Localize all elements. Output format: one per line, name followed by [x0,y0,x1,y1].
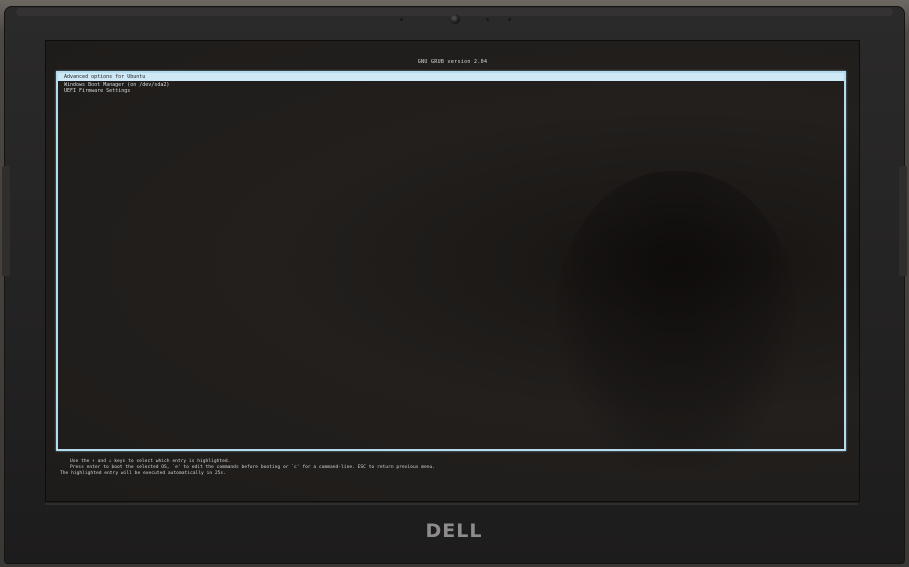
sensor-dot-far-right [508,18,511,21]
bezel-right-edge [899,166,907,276]
boot-help-text: Use the ↑ and ↓ keys to select which ent… [60,459,840,477]
help-timeout-text: The highlighted entry will be executed a… [60,471,226,476]
sensor-dot-right [486,18,489,21]
display-screen: GNU GRUB version 2.04 Advanced options f… [45,40,860,502]
boot-menu-list: Advanced options for Ubuntu Windows Boot… [58,73,844,94]
grub-title: GNU GRUB version 2.04 [417,59,488,65]
dell-logo: DELL [425,520,483,542]
boot-menu: Advanced options for Ubuntu Windows Boot… [56,71,846,451]
menu-item-advanced-ubuntu[interactable]: Advanced options for Ubuntu [58,73,844,81]
laptop-photo: GNU GRUB version 2.04 Advanced options f… [0,0,909,567]
bezel-chin-edge [45,503,858,505]
bezel-left-edge [2,166,10,276]
webcam-icon [450,14,460,24]
sensor-dot-left [400,18,403,21]
menu-item-uefi-firmware-settings[interactable]: UEFI Firmware Settings [58,88,844,94]
